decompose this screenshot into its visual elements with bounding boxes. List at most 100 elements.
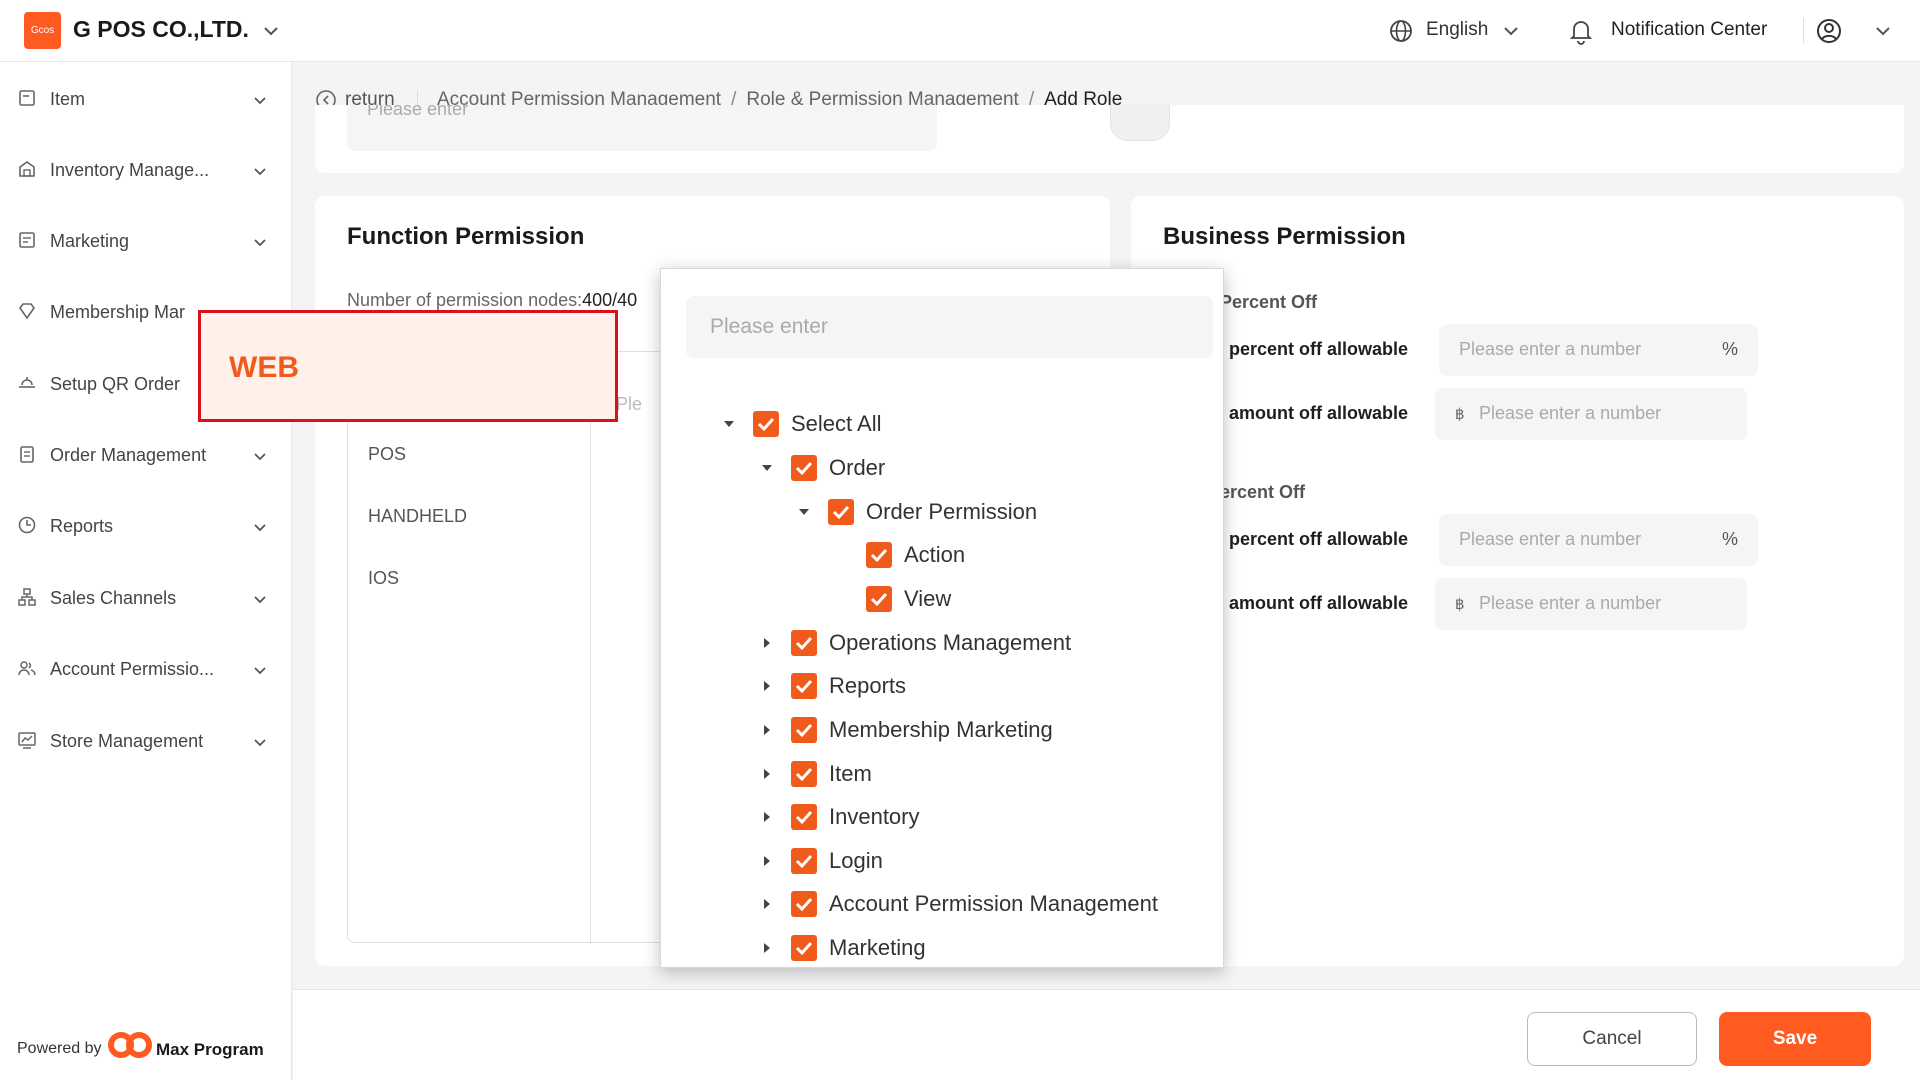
max-amount-off-input[interactable]: ฿ Please enter a number (1435, 578, 1747, 630)
chevron-down-icon[interactable] (262, 22, 280, 40)
platform-tab-label: WEB (229, 351, 299, 384)
caret-right-icon[interactable] (761, 898, 773, 910)
checkbox-checked-icon[interactable] (791, 891, 817, 917)
caret-right-icon[interactable] (761, 637, 773, 649)
caret-down-icon[interactable] (798, 506, 810, 518)
sidebar-item-item[interactable]: Item (0, 77, 292, 121)
tree-node-label: Select All (791, 411, 882, 436)
item-icon (19, 90, 35, 106)
notification-center-link[interactable]: Notification Center (1611, 19, 1767, 41)
max-percent-off-input[interactable]: Please enter a number % (1439, 324, 1758, 376)
nodes-label: Number of permission nodes: (347, 290, 583, 310)
tree-node-label: Marketing (829, 935, 926, 960)
input-placeholder: Please enter (710, 315, 828, 338)
checkbox-checked-icon[interactable] (791, 804, 817, 830)
sidebar-item-label: Marketing (50, 231, 130, 251)
sidebar-item-reports[interactable]: Reports (0, 504, 292, 548)
sidebar-item-account-permission[interactable]: Account Permissio... (0, 647, 292, 691)
caret-right-icon[interactable] (761, 855, 773, 867)
tree-node-label: Reports (829, 673, 907, 698)
caret-right-icon[interactable] (761, 680, 773, 692)
chevron-down-icon (254, 168, 266, 176)
chevron-down-icon (254, 239, 266, 247)
checkbox-checked-icon[interactable] (866, 586, 892, 612)
warehouse-icon (19, 161, 35, 177)
chevron-down-icon[interactable] (1502, 22, 1520, 40)
caret-right-icon[interactable] (761, 768, 773, 780)
company-logo: Gcos (24, 12, 61, 49)
divider (1803, 18, 1804, 44)
section-title: Business Permission (1163, 223, 1406, 250)
save-button[interactable]: Save (1719, 1012, 1871, 1066)
language-selector[interactable]: English (1426, 19, 1488, 41)
sidebar-item-label: Reports (50, 516, 114, 536)
store-chart-icon (18, 732, 36, 749)
role-name-input[interactable]: Please enter (347, 105, 937, 151)
input-placeholder: Please enter a number (1479, 403, 1662, 423)
permission-nodes-count: Number of permission nodes:400/40 (347, 290, 637, 311)
sidebar-item-marketing[interactable]: Marketing (0, 219, 292, 263)
caret-down-icon[interactable] (723, 418, 735, 430)
bell-icon[interactable] (1568, 17, 1594, 45)
brand-name: Max Program (156, 1040, 264, 1059)
currency-prefix: ฿ (1455, 596, 1465, 613)
caret-right-icon[interactable] (761, 942, 773, 954)
divider (590, 352, 591, 944)
checkbox-checked-icon[interactable] (791, 717, 817, 743)
caret-right-icon[interactable] (761, 724, 773, 736)
max-program-logo-icon (108, 1032, 152, 1058)
currency-prefix: ฿ (1455, 406, 1465, 423)
checkbox-checked-icon[interactable] (791, 673, 817, 699)
field-label: t amount off allowable (1218, 593, 1409, 613)
sidebar-item-label: Item (50, 89, 86, 109)
sidebar-item-inventory[interactable]: Inventory Manage... (0, 148, 292, 192)
form-footer: Cancel Save (293, 989, 1920, 1080)
checkbox-checked-icon[interactable] (828, 499, 854, 525)
input-placeholder: Please enter a number (1459, 529, 1642, 549)
section-title: Function Permission (347, 223, 585, 250)
channels-icon (18, 588, 36, 606)
tree-search-input[interactable]: Please enter (686, 296, 1213, 358)
platform-tab-web[interactable]: WEB (198, 310, 618, 422)
tree-node-label: Order (829, 455, 886, 480)
checkbox-checked-icon[interactable] (791, 848, 817, 874)
users-icon (18, 661, 36, 676)
checkbox-checked-icon[interactable] (791, 935, 817, 961)
globe-icon[interactable] (1388, 18, 1414, 44)
qr-order-icon (19, 377, 35, 388)
checkbox-checked-icon[interactable] (753, 411, 779, 437)
sidebar: Item Inventory Manage... Marketing Membe… (0, 62, 292, 1080)
status-toggle[interactable] (1110, 105, 1170, 141)
max-amount-off-input[interactable]: ฿ Please enter a number (1435, 388, 1747, 440)
company-name[interactable]: G POS CO.,LTD. (73, 16, 249, 43)
checkbox-checked-icon[interactable] (791, 630, 817, 656)
sidebar-item-sales-channels[interactable]: Sales Channels (0, 576, 292, 620)
max-percent-off-input[interactable]: Please enter a number % (1439, 514, 1758, 566)
percent-suffix: % (1721, 339, 1738, 359)
input-placeholder: Please enter a number (1459, 339, 1642, 359)
platform-tab-handheld[interactable]: HANDHELD (368, 506, 467, 527)
sidebar-item-order-management[interactable]: Order Management (0, 433, 292, 477)
chevron-down-icon (254, 739, 266, 747)
checkbox-checked-icon[interactable] (791, 761, 817, 787)
percent-suffix: % (1721, 529, 1738, 549)
platform-tab-ios[interactable]: IOS (368, 568, 399, 589)
input-placeholder: Please enter (367, 105, 469, 119)
tree-node-label: Account Permission Management (829, 891, 1158, 916)
checkbox-checked-icon[interactable] (866, 542, 892, 568)
chevron-down-icon (254, 524, 266, 532)
role-info-panel: Please enter (315, 105, 1904, 173)
caret-down-icon[interactable] (761, 462, 773, 474)
user-avatar-icon[interactable] (1814, 16, 1844, 46)
caret-right-icon[interactable] (761, 811, 773, 823)
platform-tab-pos[interactable]: POS (368, 444, 406, 465)
chevron-down-icon (254, 97, 266, 105)
cancel-button[interactable]: Cancel (1527, 1012, 1697, 1066)
sidebar-item-store-management[interactable]: Store Management (0, 719, 292, 763)
chevron-down-icon[interactable] (1874, 22, 1892, 40)
checkbox-checked-icon[interactable] (791, 455, 817, 481)
input-placeholder: Ple (616, 394, 643, 414)
clipboard-icon (20, 446, 34, 463)
top-bar: Gcos G POS CO.,LTD. English Notification… (0, 0, 1920, 62)
field-label: t percent off allowable (1218, 529, 1409, 549)
